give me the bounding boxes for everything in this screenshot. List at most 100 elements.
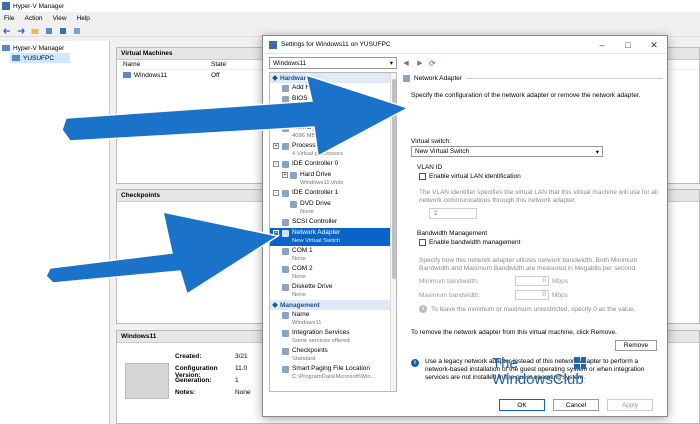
bandwidth-checkbox[interactable]: Enable bandwidth management — [419, 239, 520, 246]
console-icon[interactable] — [73, 27, 81, 35]
expand-icon[interactable]: + — [273, 230, 279, 236]
tree-root-label: Hyper-V Manager — [13, 44, 65, 52]
collapse-icon[interactable]: - — [273, 161, 279, 167]
menu-action[interactable]: Action — [24, 15, 42, 22]
vlan-checkbox[interactable]: Enable virtual LAN identification — [419, 173, 521, 180]
list-item-diskette[interactable]: Diskette Drive None — [270, 282, 396, 300]
properties-icon[interactable] — [45, 27, 53, 35]
list-item-ide1[interactable]: - IDE Controller 1 — [270, 188, 396, 199]
menu-help[interactable]: Help — [77, 15, 90, 22]
scrollbar-thumb[interactable] — [392, 79, 396, 279]
list-item-checkpoints[interactable]: Checkpoints Standard — [270, 346, 396, 364]
management-header[interactable]: Management — [270, 300, 396, 310]
list-item-integration[interactable]: Integration Services Some services offere… — [270, 328, 396, 346]
switch-select-value: New Virtual Switch — [415, 148, 470, 155]
hard-drive-icon — [290, 172, 297, 179]
hyperv-titlebar: Hyper-V Manager — [0, 0, 700, 12]
chevron-down-icon: ▾ — [389, 60, 393, 67]
bios-icon — [282, 96, 289, 103]
bandwidth-checkbox-label: Enable bandwidth management — [429, 239, 521, 246]
list-item-processor[interactable]: + Processor 4 Virtual processors — [270, 141, 396, 159]
navigation-tree: Hyper-V Manager YUSUFPC — [0, 41, 110, 424]
controller-icon — [282, 190, 289, 197]
back-icon[interactable] — [3, 27, 11, 35]
collapse-icon[interactable]: - — [273, 190, 279, 196]
com-port-icon — [282, 248, 289, 255]
list-item-security[interactable]: Security — [270, 112, 396, 123]
list-item-bios[interactable]: BIOS Boot from CD — [270, 94, 396, 112]
checkpoint-icon — [282, 348, 289, 355]
remove-button[interactable]: Remove — [615, 340, 657, 351]
shield-icon — [282, 114, 289, 121]
refresh-icon[interactable]: ⟳ — [429, 59, 436, 68]
next-arrow-icon[interactable]: ▶ — [415, 59, 425, 67]
list-item-memory[interactable]: Memory 4096 MB — [270, 123, 396, 141]
minimize-icon[interactable]: – — [589, 36, 615, 54]
diskette-icon — [282, 284, 289, 291]
help-icon[interactable] — [59, 27, 67, 35]
max-bandwidth-row: Maximum bandwidth: 0 Mbps — [419, 290, 568, 300]
settings-dialog: Settings for Windows11 on YUSUFPC – □ ✕ … — [262, 35, 668, 417]
tree-root-item[interactable]: Hyper-V Manager — [2, 43, 107, 53]
pane-description: Specify the configuration of the network… — [411, 92, 641, 99]
min-bandwidth-label: Minimum bandwidth: — [419, 277, 479, 285]
list-item-hard-drive[interactable]: + Hard Drive Windows11.vhdx — [270, 170, 396, 188]
menu-file[interactable]: File — [4, 15, 14, 22]
checkbox-box[interactable] — [419, 173, 426, 180]
folder-icon — [282, 366, 289, 373]
com-port-icon — [282, 266, 289, 273]
settings-icon — [269, 40, 277, 49]
hardware-header[interactable]: Hardware — [270, 73, 396, 83]
watermark: The WindowsClub — [490, 355, 600, 389]
network-adapter-icon — [403, 74, 410, 82]
vm-name: Windows11 — [134, 71, 168, 79]
bandwidth-desc-1: Specify how this network adapter utilize… — [419, 257, 638, 264]
maximize-icon[interactable]: □ — [615, 36, 641, 54]
close-icon[interactable]: ✕ — [641, 36, 667, 54]
network-adapter-pane: Network Adapter Specify the configuratio… — [403, 72, 663, 392]
dialog-titlebar: Settings for Windows11 on YUSUFPC – □ ✕ — [263, 36, 667, 54]
vm-select[interactable]: Windows11 ▾ — [269, 57, 397, 69]
list-scrollbar[interactable] — [390, 73, 396, 391]
list-item-name[interactable]: Name Windows11 — [270, 310, 396, 328]
prev-arrow-icon[interactable]: ◀ — [401, 59, 411, 67]
list-item-smart-paging[interactable]: Smart Paging File Location C:\ProgramData… — [270, 364, 396, 382]
checkbox-box[interactable] — [419, 239, 426, 246]
pane-header: Network Adapter — [403, 72, 663, 84]
min-bandwidth-input[interactable]: 0 — [515, 276, 549, 286]
menu-view[interactable]: View — [53, 15, 67, 22]
cancel-button[interactable]: Cancel — [553, 399, 599, 411]
vlan-checkbox-label: Enable virtual LAN identification — [429, 173, 521, 180]
vm-thumbnail[interactable] — [125, 363, 169, 399]
summary-generation: Generation: 1 — [175, 377, 239, 384]
apply-button[interactable]: Apply — [607, 399, 653, 411]
watermark-line-2: WindowsClub — [492, 371, 584, 388]
list-item-add-hardware[interactable]: Add Hardware — [270, 83, 396, 94]
server-icon — [12, 55, 20, 61]
scsi-icon — [282, 219, 289, 226]
expand-icon[interactable]: + — [273, 143, 279, 149]
min-bandwidth-row: Minimum bandwidth: 0 Mbps — [419, 276, 568, 286]
list-item-dvd-drive[interactable]: DVD Drive None — [270, 199, 396, 217]
remove-text: To remove the network adapter from this … — [411, 329, 617, 336]
list-item-com1[interactable]: COM 1 None — [270, 246, 396, 264]
forward-icon[interactable] — [17, 27, 25, 35]
settings-list: Hardware Add Hardware BIOS Boot from CD S… — [269, 72, 397, 392]
list-item-ide0[interactable]: - IDE Controller 0 — [270, 159, 396, 170]
tree-server-item[interactable]: YUSUFPC — [10, 53, 70, 63]
expand-icon[interactable]: + — [282, 172, 288, 178]
list-item-scsi[interactable]: SCSI Controller — [270, 217, 396, 228]
ok-button[interactable]: OK — [499, 399, 545, 411]
controller-icon — [282, 161, 289, 168]
virtual-switch-select[interactable]: New Virtual Switch ▾ — [411, 146, 603, 157]
list-item-network-adapter[interactable]: + Network Adapter New Virtual Switch — [270, 228, 396, 246]
col-name[interactable]: Name — [123, 61, 211, 68]
max-bandwidth-input[interactable]: 0 — [515, 290, 549, 300]
dvd-icon — [290, 201, 297, 208]
folder-icon[interactable] — [31, 27, 39, 35]
vlan-id-input[interactable]: 2 — [429, 208, 477, 219]
divider — [466, 78, 663, 79]
unit-label: Mbps — [552, 291, 568, 299]
list-item-com2[interactable]: COM 2 None — [270, 264, 396, 282]
col-state[interactable]: State — [211, 61, 226, 68]
